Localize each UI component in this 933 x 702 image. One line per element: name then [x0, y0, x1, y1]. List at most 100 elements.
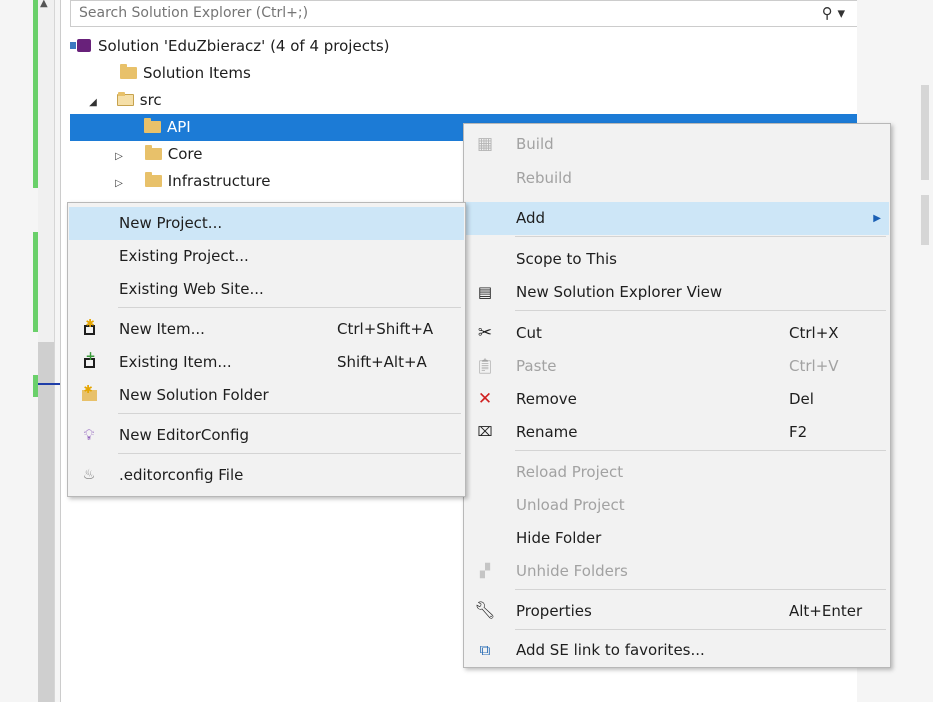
menu-item-rename[interactable]: ⌧ Rename F2 [465, 416, 889, 449]
menu-item-unhide-folders[interactable]: ▞ Unhide Folders [465, 555, 889, 588]
menu-item-cut[interactable]: ✂ Cut Ctrl+X [465, 317, 889, 350]
shortcut-label: F2 [789, 423, 808, 441]
menu-item-hide-folder[interactable]: Hide Folder [465, 522, 889, 555]
tree-node-src[interactable]: ◢ src [86, 87, 162, 114]
unhide-icon: ▞ [480, 564, 490, 579]
menu-item-label: New EditorConfig [119, 426, 250, 444]
tree-node-label: Infrastructure [167, 172, 271, 190]
menu-item-add[interactable]: Add ▶ [465, 202, 889, 235]
menu-item-remove[interactable]: ✕ Remove Del [465, 383, 889, 416]
search-input[interactable] [79, 5, 779, 21]
menu-item-label: Rebuild [516, 169, 572, 187]
open-folder-icon [116, 92, 134, 106]
tree-node-solution[interactable]: Solution 'EduZbieracz' (4 of 4 projects) [70, 33, 390, 60]
new-folder-icon: ✱ [77, 379, 101, 412]
folder-icon [144, 118, 161, 133]
menu-item-new-editorconfig[interactable]: 💡︎ New EditorConfig [69, 419, 464, 452]
menu-item-label: New Item... [119, 320, 205, 338]
menu-item-new-item[interactable]: ✱ New Item... Ctrl+Shift+A [69, 313, 464, 346]
menu-item-build[interactable]: ▦ Build [465, 128, 889, 161]
collapsed-triangle-icon[interactable]: ▷ [112, 143, 126, 170]
menu-item-paste[interactable]: 📋︎ Paste Ctrl+V [465, 350, 889, 383]
menu-item-label: Add SE link to favorites... [516, 641, 705, 659]
context-menu: ▦ Build Rebuild Add ▶ Scope to This ▤ Ne… [463, 123, 891, 668]
menu-item-new-project[interactable]: New Project... [69, 207, 464, 240]
scroll-up-arrow-icon[interactable]: ▲ [40, 0, 48, 9]
scrollbar-thumb[interactable] [921, 85, 929, 180]
menu-item-unload-project[interactable]: Unload Project [465, 489, 889, 522]
menu-item-reload-project[interactable]: Reload Project [465, 456, 889, 489]
menu-item-label: Remove [516, 390, 577, 408]
lightbulb-icon: 💡︎ [83, 426, 95, 444]
scrollbar-thumb[interactable] [921, 195, 929, 245]
solution-icon [70, 39, 92, 53]
tree-node-label: Solution Items [143, 64, 251, 82]
tree-node-infrastructure[interactable]: ▷ Infrastructure [112, 168, 270, 195]
red-x-icon: ✕ [477, 389, 493, 409]
folder-icon [144, 145, 162, 160]
editorconfig-icon: ♨ [82, 467, 96, 483]
add-submenu: New Project... Existing Project... Exist… [67, 202, 466, 497]
git-change-marker [33, 375, 38, 397]
menu-item-existing-project[interactable]: Existing Project... [69, 240, 464, 273]
menu-item-label: Add [516, 209, 546, 227]
menu-item-label: Cut [516, 324, 542, 342]
tree-node-label: API [167, 118, 191, 136]
menu-item-label: Rename [516, 423, 578, 441]
menu-item-new-solution-explorer-view[interactable]: ▤ New Solution Explorer View [465, 276, 889, 309]
shortcut-label: Ctrl+X [789, 324, 839, 342]
menu-item-label: Paste [516, 357, 557, 375]
menu-separator [515, 589, 886, 590]
menu-item-label: Hide Folder [516, 529, 602, 547]
tree-node-label: src [139, 91, 162, 109]
menu-separator [118, 307, 461, 308]
menu-item-label: Scope to This [516, 250, 617, 268]
menu-item-scope-to-this[interactable]: Scope to This [465, 243, 889, 276]
collapsed-triangle-icon[interactable]: ▷ [112, 170, 126, 197]
new-window-icon: ▤ [477, 283, 493, 301]
tree-node-core[interactable]: ▷ Core [112, 141, 203, 168]
menu-item-label: Reload Project [516, 463, 624, 481]
shortcut-label: Alt+Enter [789, 602, 863, 620]
menu-item-rebuild[interactable]: Rebuild [465, 162, 889, 195]
clipboard-icon: 📋︎ [475, 357, 495, 375]
shortcut-label: Shift+Alt+A [337, 353, 427, 371]
menu-separator [118, 453, 461, 454]
folder-icon [120, 64, 137, 79]
git-change-marker [33, 232, 38, 332]
expanded-triangle-icon[interactable]: ◢ [86, 89, 100, 116]
menu-item-label: Existing Web Site... [119, 280, 264, 298]
shortcut-label: Ctrl+V [789, 357, 839, 375]
menu-item-label: New Solution Explorer View [516, 283, 723, 301]
menu-item-label: Properties [516, 602, 592, 620]
tree-node-label: Core [167, 145, 203, 163]
shortcut-label: Del [789, 390, 814, 408]
git-change-marker [33, 0, 38, 188]
rename-icon: ⌧ [477, 425, 493, 440]
menu-item-existing-web-site[interactable]: Existing Web Site... [69, 273, 464, 306]
editor-scrollbar-thumb[interactable] [38, 342, 54, 702]
search-icon[interactable]: ⚲ ▾ [822, 4, 845, 22]
menu-item-label: Build [516, 135, 554, 153]
menu-item-label: Existing Item... [119, 353, 232, 371]
menu-separator [118, 413, 461, 414]
menu-item-label: New Solution Folder [119, 386, 269, 404]
menu-item-add-se-link[interactable]: ⧉ Add SE link to favorites... [465, 634, 889, 667]
build-icon: ▦ [476, 134, 494, 154]
menu-item-label: Existing Project... [119, 247, 249, 265]
shortcut-link-icon: ⧉ [479, 641, 491, 659]
folder-icon [144, 172, 162, 187]
menu-item-properties[interactable]: 🔧︎ Properties Alt+Enter [465, 595, 889, 628]
shortcut-label: Ctrl+Shift+A [337, 320, 434, 338]
menu-item-new-solution-folder[interactable]: ✱ New Solution Folder [69, 379, 464, 412]
menu-item-editorconfig-file[interactable]: ♨ .editorconfig File [69, 459, 464, 492]
menu-item-existing-item[interactable]: + Existing Item... Shift+Alt+A [69, 346, 464, 379]
tree-node-solution-items[interactable]: Solution Items [120, 60, 251, 87]
menu-item-label: Unload Project [516, 496, 625, 514]
tree-node-label: Solution 'EduZbieracz' (4 of 4 projects) [98, 37, 390, 55]
search-box[interactable]: ⚲ ▾ [70, 0, 858, 27]
menu-item-label: .editorconfig File [119, 466, 244, 484]
menu-item-label: Unhide Folders [516, 562, 628, 580]
menu-separator [515, 450, 886, 451]
menu-separator [515, 236, 886, 237]
